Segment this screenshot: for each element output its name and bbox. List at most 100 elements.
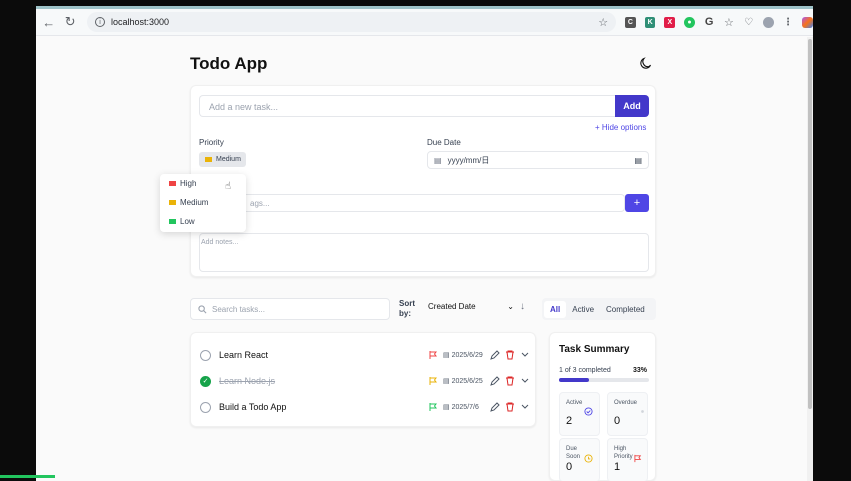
task-date: 2025/6/25 (451, 377, 483, 385)
trash-icon[interactable] (505, 402, 515, 412)
flag-icon (205, 156, 212, 162)
task-title: Build a Todo App (219, 402, 287, 412)
stat-label: High Priority (614, 446, 633, 460)
stat-label: Overdue (614, 400, 638, 406)
bookmark-star-icon[interactable]: ☆ (598, 16, 608, 29)
stat-label: Due Soon (566, 446, 581, 460)
sort-label: Sort by: (399, 299, 415, 318)
priority-option-label: High (180, 179, 197, 188)
priority-option-medium[interactable]: Medium (160, 193, 246, 212)
stat-value: 2 (566, 415, 573, 427)
priority-option-label: Medium (180, 198, 209, 207)
priority-select[interactable]: Medium (199, 152, 246, 167)
filter-completed[interactable]: Completed (600, 301, 651, 318)
edit-icon[interactable] (490, 402, 500, 412)
task-row: Learn React ▤ 2025/6/29 (200, 342, 530, 368)
progress-bar (559, 378, 649, 382)
complete-toggle[interactable] (200, 349, 211, 361)
calendar-picker-icon[interactable]: ▤ (634, 156, 642, 165)
search-placeholder: Search tasks... (212, 304, 265, 314)
extension-x-icon[interactable]: X (664, 16, 676, 28)
filter-tabs: All Active Completed (542, 298, 656, 320)
profile-avatar[interactable] (762, 16, 774, 28)
task-meta: ▤ 2025/6/25 (429, 377, 483, 385)
priority-option-label: Low (180, 217, 195, 226)
flag-icon (634, 454, 642, 463)
search-input[interactable]: Search tasks... (190, 298, 390, 320)
task-actions (490, 350, 535, 360)
priority-option-high[interactable]: High (160, 174, 246, 193)
browser-window: ← ↻ i localhost:3000 ☆ C K X ● G ☆ ♡ ⋮ T… (36, 6, 813, 481)
summary-title: Task Summary (559, 344, 630, 355)
sort-select[interactable]: Created Date ⌄ (428, 302, 514, 311)
complete-toggle[interactable] (200, 401, 211, 413)
site-info-icon[interactable]: i (95, 17, 105, 27)
screen-frame: ← ↻ i localhost:3000 ☆ C K X ● G ☆ ♡ ⋮ T… (0, 0, 851, 481)
task-summary-card: Task Summary 1 of 3 completed 33% Active… (549, 332, 656, 481)
filter-all[interactable]: All (544, 300, 567, 318)
extension-c-icon[interactable]: C (625, 16, 636, 28)
task-actions (490, 402, 535, 412)
sort-direction-icon[interactable]: ↓ (520, 301, 525, 312)
extension-k-icon[interactable]: K (644, 16, 656, 28)
add-tag-button[interactable]: + (625, 194, 649, 212)
edit-icon[interactable] (490, 350, 500, 360)
task-date: 2025/6/29 (451, 351, 483, 359)
task-row: Build a Todo App ▤ 2025/7/6 (200, 394, 530, 420)
hide-options-link[interactable]: + Hide options (595, 123, 646, 132)
due-date-value: yyyy/mm/日 (447, 155, 490, 165)
trash-icon[interactable] (505, 376, 515, 386)
task-date: 2025/7/6 (451, 403, 479, 411)
stat-active: Active 2 (559, 392, 600, 436)
due-date-label: Due Date (427, 138, 461, 147)
add-button[interactable]: Add (615, 95, 649, 117)
stat-value: 0 (614, 415, 621, 427)
flag-icon (169, 199, 176, 205)
due-date-input[interactable]: ▤ yyyy/mm/日 ▤ (427, 151, 649, 169)
moon-icon[interactable] (638, 55, 654, 71)
tags-input[interactable]: ags... (199, 194, 625, 212)
priority-option-low[interactable]: Low (160, 212, 246, 231)
url-text: localhost:3000 (111, 17, 170, 27)
extension-green-icon[interactable]: ● (684, 16, 695, 28)
priority-value: Medium (216, 156, 241, 163)
stat-overdue: Overdue 0 (607, 392, 648, 436)
task-title: Learn React (219, 350, 269, 360)
chevron-down-icon[interactable] (520, 402, 530, 412)
heart-icon[interactable]: ♡ (743, 17, 754, 28)
chevron-down-icon[interactable] (520, 376, 530, 386)
extension-g-icon[interactable]: G (704, 16, 715, 28)
reload-icon[interactable]: ↻ (62, 13, 80, 31)
priority-dropdown: High Medium Low (160, 174, 246, 232)
copilot-icon[interactable] (802, 16, 813, 28)
chevron-down-icon[interactable] (520, 350, 530, 360)
complete-toggle[interactable]: ✓ (200, 375, 211, 387)
notes-textarea[interactable]: Add notes... (199, 233, 649, 272)
taskbar-progress (0, 475, 55, 478)
edit-icon[interactable] (490, 376, 500, 386)
flag-icon (429, 351, 437, 359)
task-meta: ▤ 2025/6/29 (429, 351, 483, 359)
task-meta: ▤ 2025/7/6 (429, 403, 479, 411)
clock-icon (584, 454, 593, 463)
extensions-icon[interactable]: ☆ (724, 17, 735, 29)
stat-value: 0 (566, 461, 573, 473)
search-icon (198, 304, 207, 313)
new-task-input[interactable]: Add a new task... (199, 95, 615, 117)
filter-active[interactable]: Active (566, 301, 600, 318)
stat-high-priority: High Priority 1 (607, 438, 648, 481)
address-bar[interactable]: i localhost:3000 ☆ (87, 12, 617, 32)
back-icon[interactable]: ← (40, 13, 58, 31)
flag-icon (169, 218, 176, 224)
trash-icon[interactable] (505, 350, 515, 360)
menu-dots-icon[interactable]: ⋮ (783, 17, 794, 28)
hand-cursor-icon: ☝ (225, 181, 232, 192)
stat-value: 1 (614, 461, 621, 473)
flag-icon (429, 403, 437, 411)
flag-icon (169, 180, 176, 186)
task-title: Learn Node.js (219, 376, 276, 386)
scrollbar-thumb[interactable] (808, 39, 812, 409)
sort-value: Created Date (428, 302, 476, 311)
flag-icon (429, 377, 437, 385)
page-scrollbar[interactable] (807, 37, 813, 481)
